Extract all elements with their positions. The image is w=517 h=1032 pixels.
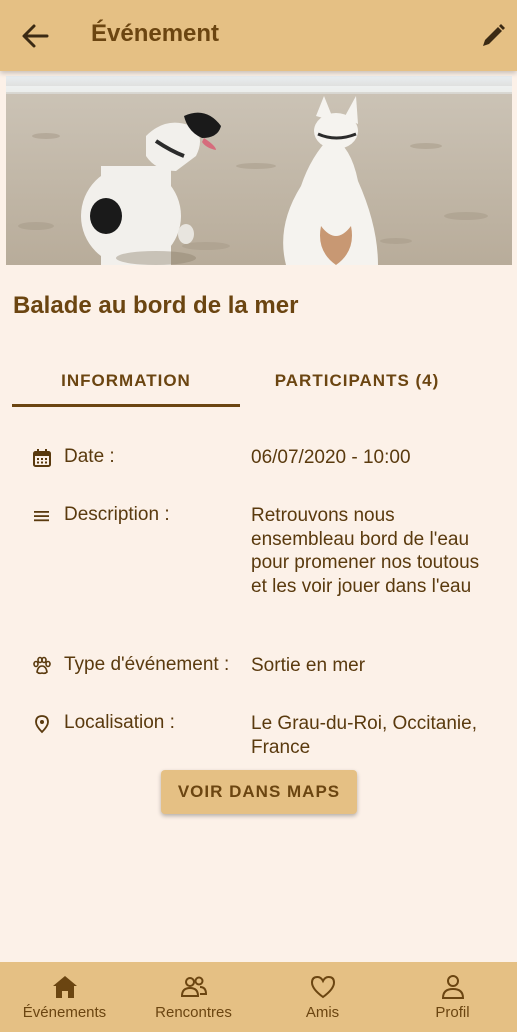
heart-icon bbox=[310, 975, 335, 999]
nav-item-profile[interactable]: Profil bbox=[388, 962, 517, 1032]
calendar-icon bbox=[33, 449, 51, 467]
event-title: Balade au bord de la mer bbox=[13, 292, 299, 319]
event-photo bbox=[6, 76, 512, 265]
description-label: Description : bbox=[64, 504, 170, 525]
menu-lines-icon bbox=[34, 511, 49, 522]
date-label: Date : bbox=[64, 446, 115, 467]
nav-label-events: Événements bbox=[22, 1004, 107, 1021]
arrow-left-icon[interactable] bbox=[20, 22, 50, 50]
tab-bar: INFORMATION PARTICIPANTS (4) bbox=[12, 355, 512, 407]
type-value: Sortie en mer bbox=[251, 655, 366, 676]
tab-indicator bbox=[12, 404, 240, 407]
nav-item-meetings[interactable]: Rencontres bbox=[129, 962, 258, 1032]
nav-item-friends[interactable]: Amis bbox=[258, 962, 387, 1032]
nav-label-profile: Profil bbox=[435, 1004, 470, 1021]
nav-item-events[interactable]: Événements bbox=[0, 962, 129, 1032]
paw-icon bbox=[33, 656, 51, 675]
location-label: Localisation : bbox=[64, 712, 175, 733]
home-icon bbox=[52, 976, 77, 998]
nav-label-meetings: Rencontres bbox=[155, 1004, 232, 1021]
date-value: 06/07/2020 - 10:00 bbox=[251, 447, 411, 468]
open-maps-button[interactable]: VOIR DANS MAPS bbox=[161, 770, 357, 814]
tab-information[interactable]: INFORMATION bbox=[12, 355, 240, 407]
description-value: Retrouvons nous ensembleau bord de l'eau… bbox=[251, 505, 480, 597]
nav-label-friends: Amis bbox=[305, 1004, 340, 1021]
person-icon bbox=[441, 975, 464, 999]
type-label: Type d'événement : bbox=[64, 654, 230, 675]
pencil-icon[interactable] bbox=[479, 22, 507, 50]
people-icon bbox=[180, 976, 207, 997]
bottom-nav: Événements Rencontres Amis Profil bbox=[0, 962, 517, 1032]
location-pin-icon bbox=[35, 715, 49, 734]
location-value: Le Grau-du-Roi, Occitanie, France bbox=[251, 713, 477, 758]
tab-participants[interactable]: PARTICIPANTS (4) bbox=[240, 355, 474, 407]
page-title: Événement bbox=[91, 20, 220, 47]
app-bar: Événement bbox=[0, 0, 517, 71]
